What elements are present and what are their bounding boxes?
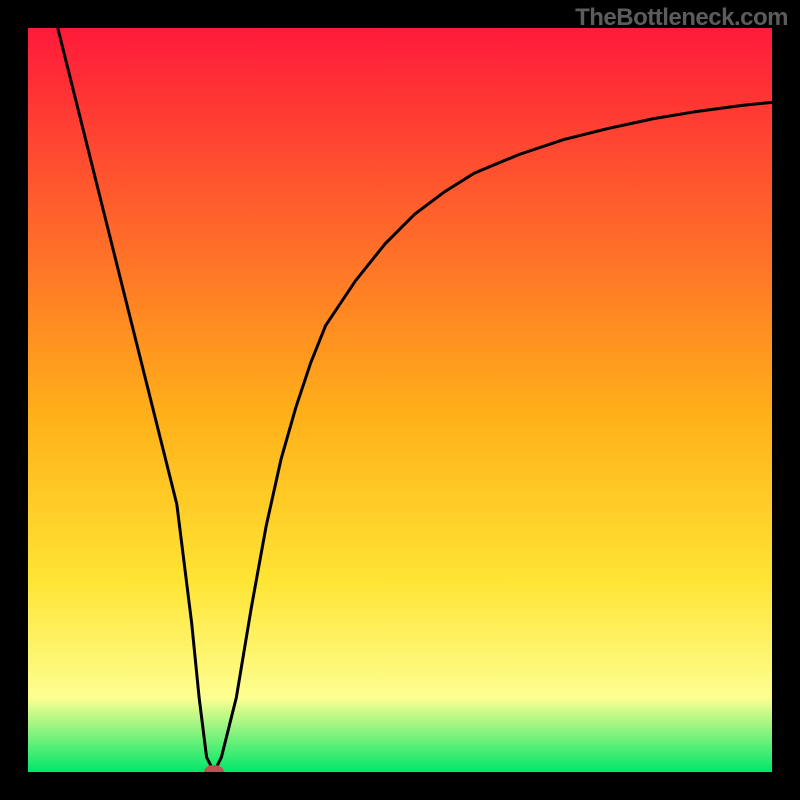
watermark-text: TheBottleneck.com (575, 4, 788, 32)
chart-svg (0, 0, 800, 800)
plot-background (28, 28, 772, 772)
chart-container: TheBottleneck.com (0, 0, 800, 800)
